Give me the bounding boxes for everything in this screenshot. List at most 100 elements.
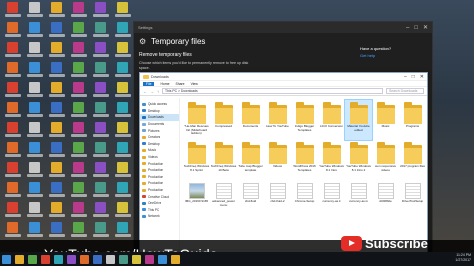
maximize-icon[interactable]: □ bbox=[412, 74, 415, 80]
desktop-shortcut-icon[interactable] bbox=[68, 62, 89, 81]
desktop-shortcut-icon[interactable] bbox=[90, 2, 111, 21]
desktop-shortcut-icon[interactable] bbox=[2, 82, 23, 101]
folder-item[interactable]: *He-Man Rescues Intl (Sliderboard Editio… bbox=[183, 100, 210, 140]
desktop-shortcut-icon[interactable] bbox=[24, 122, 45, 141]
file-item[interactable]: advanced_power menu bbox=[210, 181, 237, 221]
desktop-shortcut-icon[interactable] bbox=[68, 102, 89, 121]
file-item[interactable]: currency-as.in bbox=[345, 181, 372, 221]
nav-item[interactable]: Desktop bbox=[140, 108, 179, 115]
desktop-shortcut-icon[interactable] bbox=[46, 82, 67, 101]
nav-item[interactable]: OneDrive bbox=[140, 200, 179, 207]
desktop-shortcut-icon[interactable] bbox=[24, 82, 45, 101]
taskbar-app-icon[interactable] bbox=[54, 254, 63, 264]
taskbar-app-icon[interactable] bbox=[145, 254, 154, 264]
desktop-shortcut-icon[interactable] bbox=[90, 122, 111, 141]
desktop-shortcut-icon[interactable] bbox=[46, 162, 67, 181]
folder-item[interactable]: TechFreq Windows 10 Beta bbox=[210, 140, 237, 180]
desktop-shortcut-icon[interactable] bbox=[112, 182, 133, 201]
address-bar[interactable]: This PC > Downloads bbox=[162, 88, 383, 94]
desktop-shortcut-icon[interactable] bbox=[2, 202, 23, 221]
folder-item[interactable]: How To YouTube bbox=[264, 100, 291, 140]
desktop-shortcut-icon[interactable] bbox=[90, 202, 111, 221]
file-item[interactable]: currency-as.it bbox=[318, 181, 345, 221]
folder-item[interactable]: Videos bbox=[264, 140, 291, 180]
folder-item[interactable]: sum responsive videos bbox=[372, 140, 399, 180]
desktop-shortcut-icon[interactable] bbox=[24, 142, 45, 161]
desktop-shortcut-icon[interactable] bbox=[46, 182, 67, 201]
up-arrow-icon[interactable]: ↑ bbox=[157, 89, 159, 94]
desktop-shortcut-icon[interactable] bbox=[46, 62, 67, 81]
desktop-shortcut-icon[interactable] bbox=[112, 122, 133, 141]
desktop-shortcut-icon[interactable] bbox=[2, 182, 23, 201]
desktop-shortcut-icon[interactable] bbox=[90, 42, 111, 61]
desktop-shortcut-icon[interactable] bbox=[24, 62, 45, 81]
maximize-icon[interactable]: □ bbox=[414, 25, 418, 31]
system-tray-clock[interactable]: 11:24 PM 1/27/2017 bbox=[455, 253, 471, 263]
desktop-shortcut-icon[interactable] bbox=[68, 222, 89, 241]
folder-item[interactable]: LICO Conversion bbox=[318, 100, 345, 140]
taskbar-app-icon[interactable] bbox=[93, 254, 102, 264]
desktop-shortcut-icon[interactable] bbox=[24, 222, 45, 241]
desktop-shortcut-icon[interactable] bbox=[112, 2, 133, 21]
desktop-shortcut-icon[interactable] bbox=[112, 82, 133, 101]
nav-item[interactable]: Network bbox=[140, 213, 179, 220]
taskbar-app-icon[interactable] bbox=[2, 254, 11, 264]
desktop-shortcut-icon[interactable] bbox=[24, 42, 45, 61]
desktop-shortcut-icon[interactable] bbox=[112, 222, 133, 241]
desktop-shortcut-icon[interactable] bbox=[46, 102, 67, 121]
desktop-shortcut-icon[interactable] bbox=[46, 122, 67, 141]
folder-item[interactable]: Tube map Blogger template bbox=[237, 140, 264, 180]
desktop-shortcut-icon[interactable] bbox=[68, 182, 89, 201]
taskbar-app-icon[interactable] bbox=[119, 254, 128, 264]
tab-file[interactable]: File bbox=[143, 81, 155, 86]
nav-item[interactable]: Music bbox=[140, 147, 179, 154]
desktop-shortcut-icon[interactable] bbox=[2, 42, 23, 61]
desktop-shortcut-icon[interactable] bbox=[112, 162, 133, 181]
nav-item[interactable]: Documents bbox=[140, 121, 179, 128]
taskbar-app-icon[interactable] bbox=[132, 254, 141, 264]
desktop-shortcut-icon[interactable] bbox=[68, 122, 89, 141]
taskbar-app-icon[interactable] bbox=[41, 254, 50, 264]
nav-item[interactable]: Pictures bbox=[140, 127, 179, 134]
file-item[interactable]: d4f48b0e bbox=[372, 181, 399, 221]
desktop-shortcut-icon[interactable] bbox=[2, 102, 23, 121]
nav-item[interactable]: Creative Cloud bbox=[140, 193, 179, 200]
taskbar-app-icon[interactable] bbox=[15, 254, 24, 264]
forward-arrow-icon[interactable]: → bbox=[150, 89, 154, 94]
desktop-shortcut-icon[interactable] bbox=[24, 2, 45, 21]
desktop-shortcut-icon[interactable] bbox=[90, 62, 111, 81]
desktop-shortcut-icon[interactable] bbox=[46, 202, 67, 221]
folder-item[interactable]: Compressed bbox=[210, 100, 237, 140]
tab-share[interactable]: Share bbox=[176, 82, 185, 86]
file-item[interactable]: DriverToolSetup bbox=[399, 181, 426, 221]
taskbar-app-icon[interactable] bbox=[67, 254, 76, 264]
desktop-shortcut-icon[interactable] bbox=[2, 222, 23, 241]
desktop-shortcut-icon[interactable] bbox=[24, 22, 45, 41]
desktop-shortcut-icon[interactable] bbox=[2, 162, 23, 181]
desktop-shortcut-icon[interactable] bbox=[90, 162, 111, 181]
desktop-shortcut-icon[interactable] bbox=[112, 22, 133, 41]
back-arrow-icon[interactable]: ← bbox=[143, 89, 147, 94]
desktop-shortcut-icon[interactable] bbox=[90, 182, 111, 201]
desktop-shortcut-icon[interactable] bbox=[46, 2, 67, 21]
file-item[interactable]: cbd-fluid-2 bbox=[264, 181, 291, 221]
folder-item[interactable]: Programs bbox=[399, 100, 426, 140]
nav-item[interactable]: Creators bbox=[140, 134, 179, 141]
desktop-shortcut-icon[interactable] bbox=[68, 42, 89, 61]
minimize-icon[interactable]: – bbox=[404, 74, 407, 80]
desktop-shortcut-icon[interactable] bbox=[112, 62, 133, 81]
nav-item[interactable]: This PC bbox=[140, 207, 179, 214]
desktop-shortcut-icon[interactable] bbox=[112, 142, 133, 161]
desktop-shortcut-icon[interactable] bbox=[2, 22, 23, 41]
desktop-shortcut-icon[interactable] bbox=[68, 22, 89, 41]
desktop-shortcut-icon[interactable] bbox=[68, 162, 89, 181]
nav-item[interactable]: Downloads bbox=[140, 114, 179, 121]
desktop-shortcut-icon[interactable] bbox=[90, 142, 111, 161]
taskbar-app-icon[interactable] bbox=[28, 254, 37, 264]
nav-item[interactable]: Desktop bbox=[140, 141, 179, 148]
file-item[interactable]: Chrome-Setup bbox=[291, 181, 318, 221]
desktop-shortcut-icon[interactable] bbox=[24, 182, 45, 201]
taskbar-app-icon[interactable] bbox=[106, 254, 115, 264]
close-icon[interactable]: ✕ bbox=[423, 25, 428, 31]
nav-item[interactable]: Quick access bbox=[140, 101, 179, 108]
